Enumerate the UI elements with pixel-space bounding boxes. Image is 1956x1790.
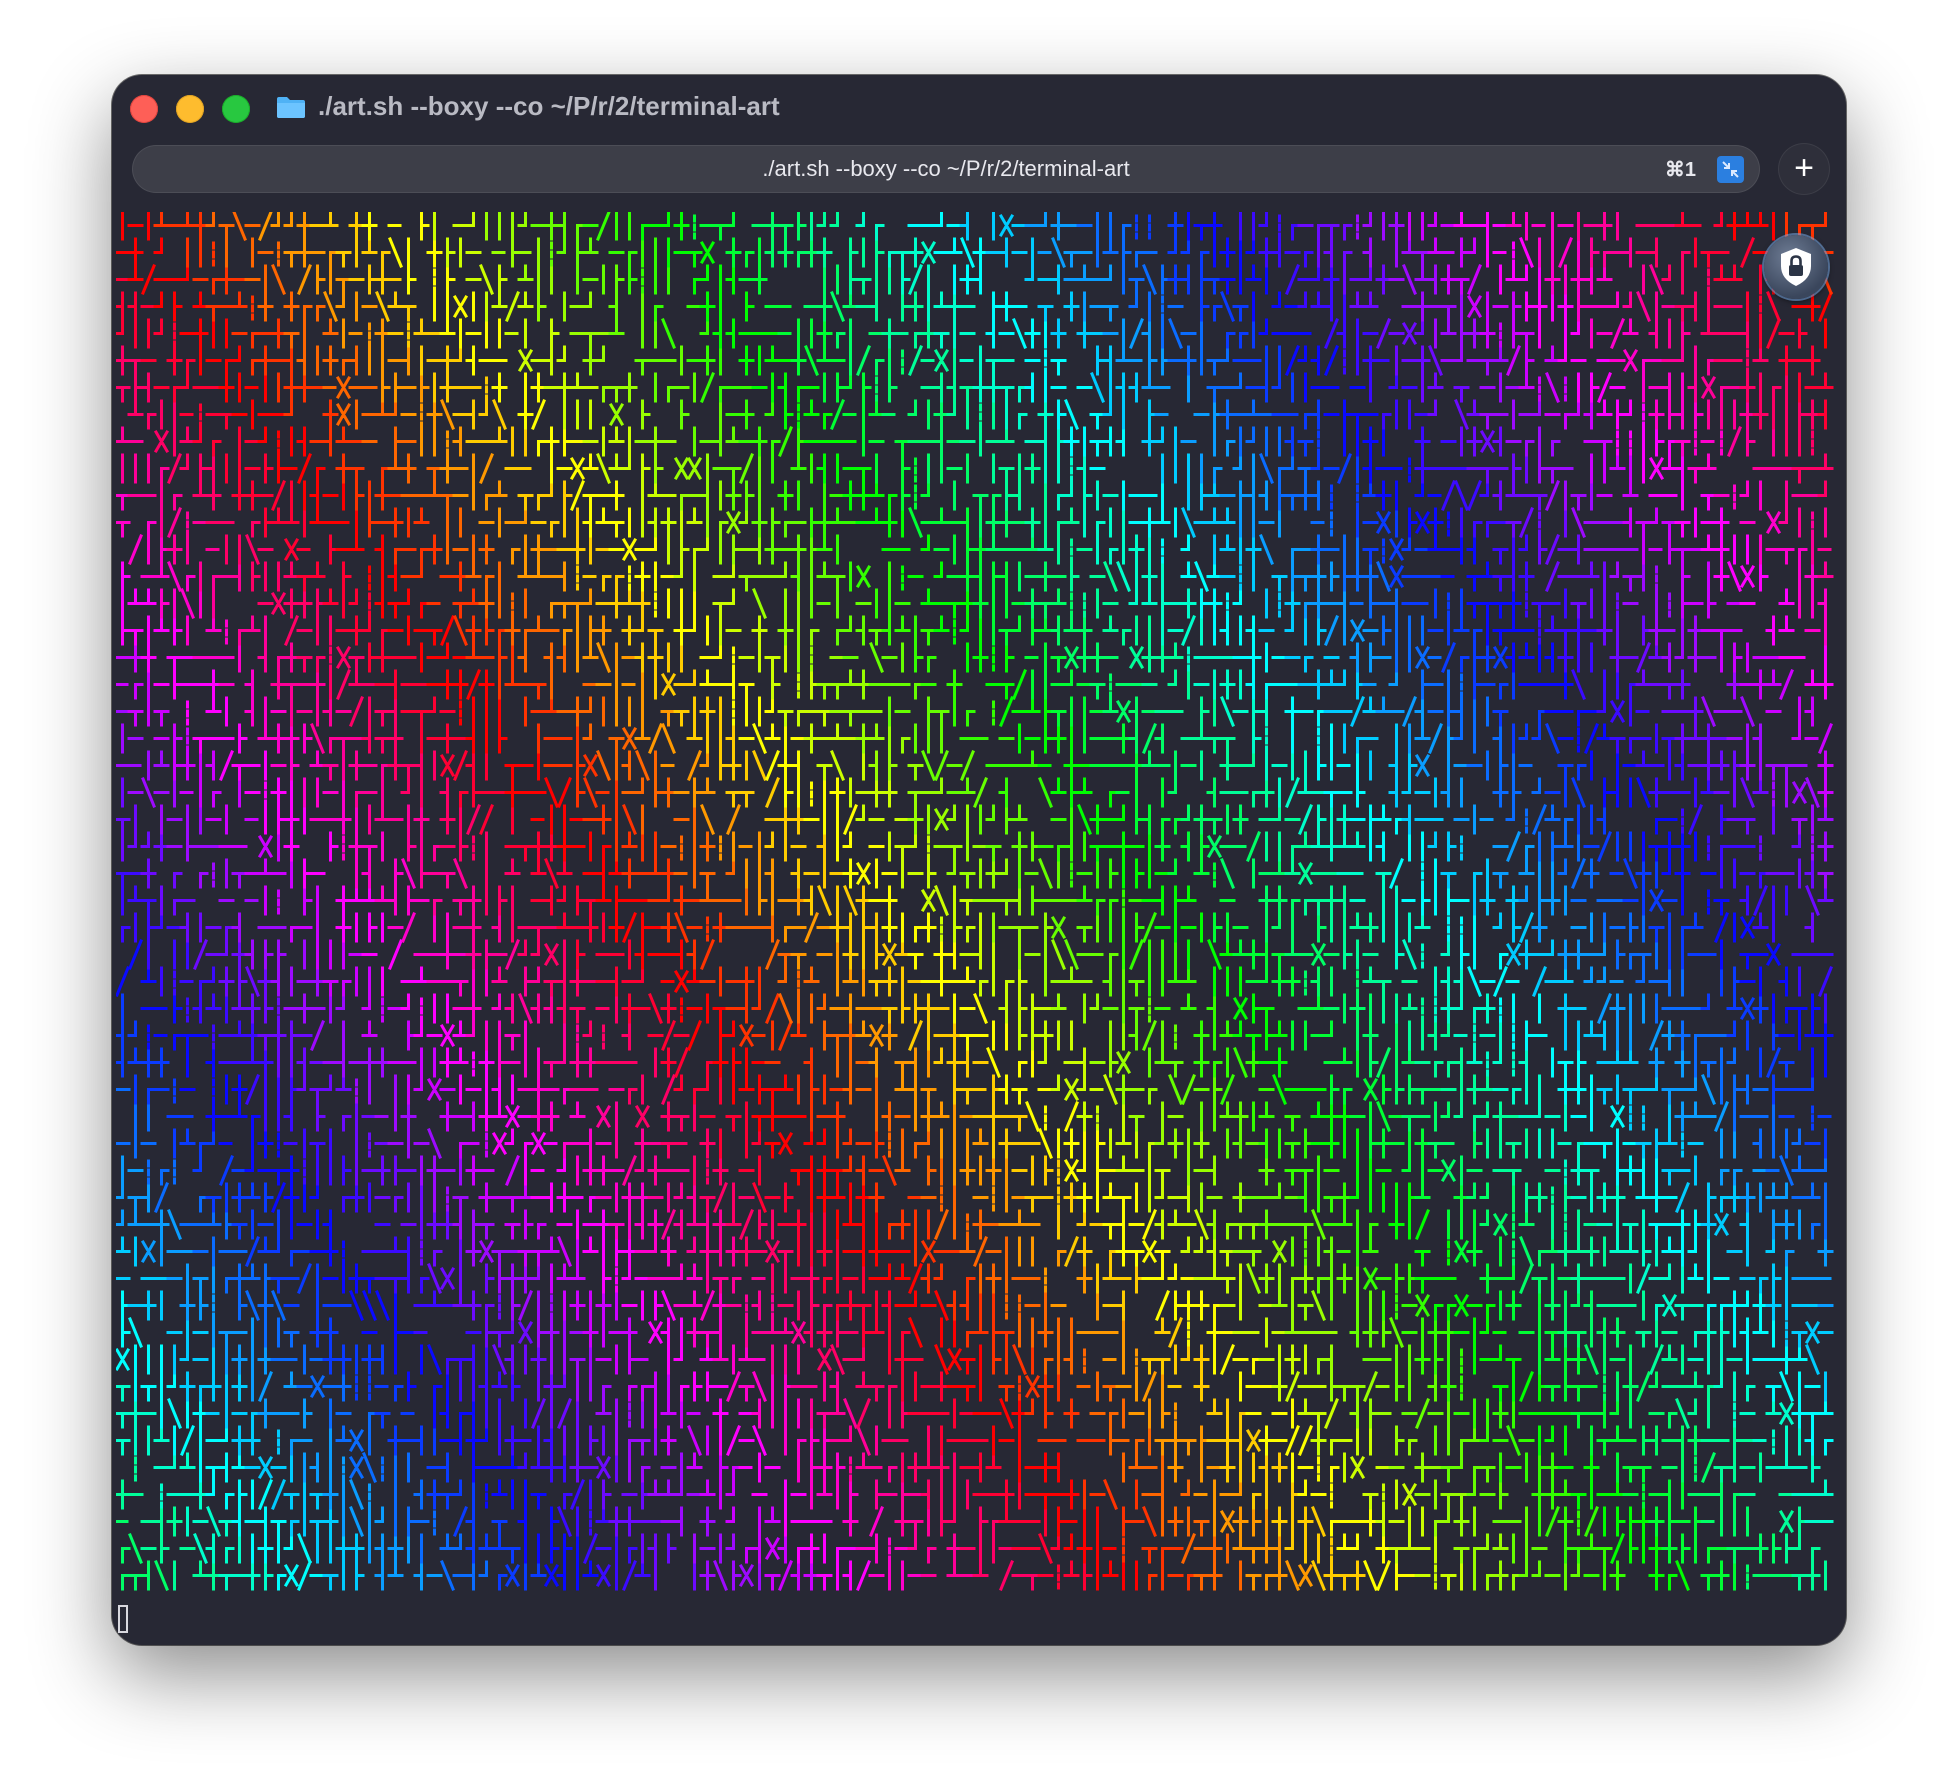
minimize-button[interactable] bbox=[176, 95, 204, 123]
split-view-icon[interactable] bbox=[1717, 156, 1744, 183]
rainbow-box-art bbox=[116, 212, 1834, 1591]
terminal-output[interactable] bbox=[116, 212, 1836, 1602]
tab-title[interactable]: ./art.sh --boxy --co ~/P/r/2/terminal-ar… bbox=[132, 156, 1760, 182]
close-button[interactable] bbox=[130, 95, 158, 123]
folder-icon bbox=[277, 97, 305, 118]
tab-bar[interactable]: ./art.sh --boxy --co ~/P/r/2/terminal-ar… bbox=[132, 145, 1760, 193]
zoom-button[interactable] bbox=[222, 95, 250, 123]
art-glyph-strokes bbox=[116, 224, 1834, 1591]
terminal-window: ./art.sh --boxy --co ~/P/r/2/terminal-ar… bbox=[112, 75, 1846, 1645]
window-title: ./art.sh --boxy --co ~/P/r/2/terminal-ar… bbox=[318, 91, 780, 121]
art-glyph-strokes bbox=[116, 224, 1834, 1591]
new-tab-button[interactable]: + bbox=[1778, 143, 1830, 195]
art-glyph-strokes bbox=[361, 212, 1418, 1591]
tab-shortcut: ⌘1 bbox=[1664, 159, 1696, 181]
title-bar: ./art.sh --boxy --co ~/P/r/2/terminal-ar… bbox=[112, 75, 1846, 137]
block-cursor bbox=[118, 1605, 128, 1633]
lock-shield-icon[interactable] bbox=[1764, 235, 1828, 299]
art-glyph-strokes bbox=[116, 212, 1834, 1577]
